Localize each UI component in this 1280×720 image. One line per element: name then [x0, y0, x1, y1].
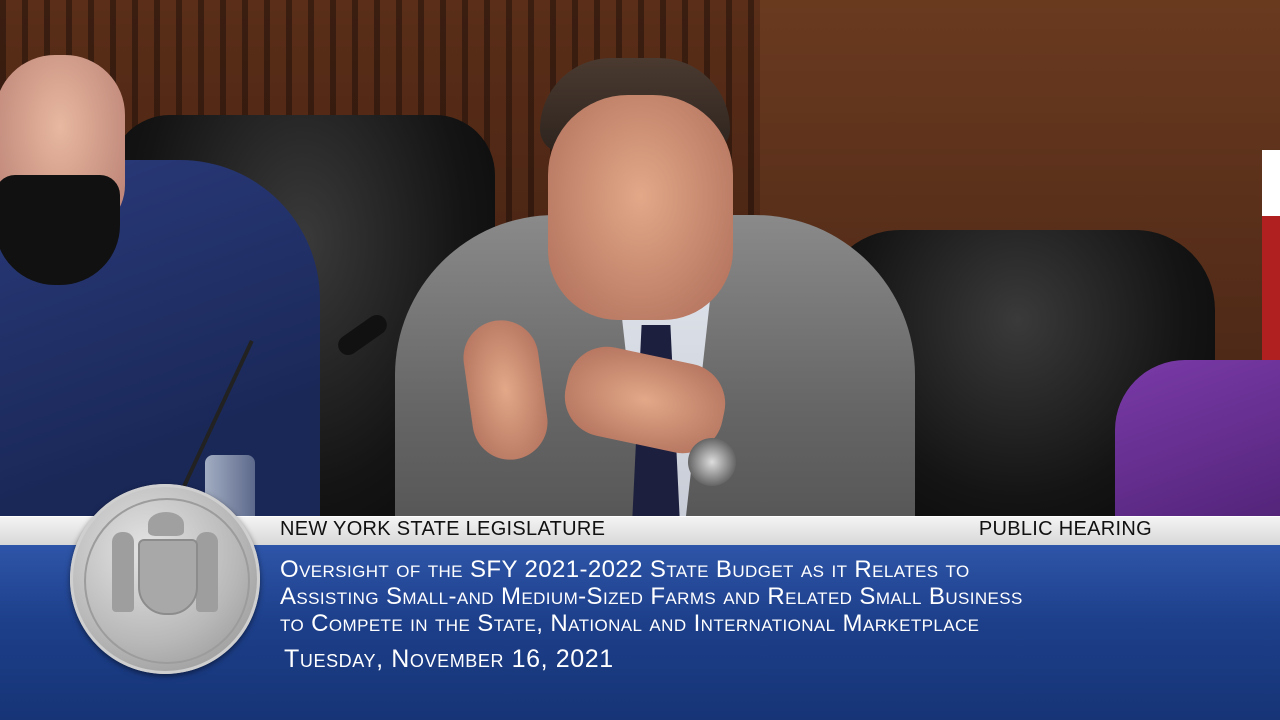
hearing-date: Tuesday, November 16, 2021: [284, 645, 614, 673]
person-right: [1115, 360, 1280, 540]
seal-figure-right: [196, 532, 218, 612]
wristwatch: [688, 438, 736, 486]
flag: [1262, 150, 1280, 370]
seal-shield: [138, 539, 198, 615]
speaker-head: [548, 95, 733, 320]
organization-label: NEW YORK STATE LEGISLATURE: [280, 518, 606, 540]
hearing-title-line: Oversight of the SFY 2021-2022 State Bud…: [280, 556, 970, 583]
hearing-title-line: Assisting Small-and Medium-Sized Farms a…: [280, 583, 1023, 610]
hearing-title-line: to Compete in the State, National and In…: [280, 610, 980, 637]
seal-figure-left: [112, 532, 134, 612]
hearing-title: Oversight of the SFY 2021-2022 State Bud…: [280, 556, 1240, 637]
seal-eagle: [148, 512, 184, 536]
state-seal-icon: [70, 484, 260, 674]
event-type-label: PUBLIC HEARING: [978, 518, 1152, 540]
